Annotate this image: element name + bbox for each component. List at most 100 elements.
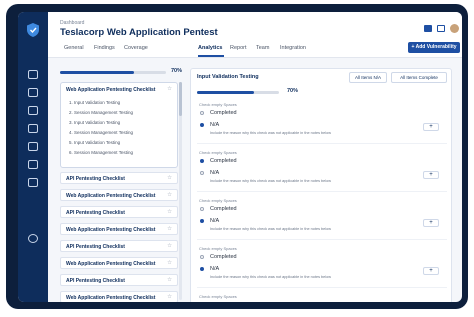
open-checklist-title[interactable]: Web Application Pentesting Checklist: [66, 87, 155, 93]
add-note-button[interactable]: +: [423, 171, 439, 179]
na-note: Include the reason why this check was no…: [210, 179, 331, 183]
star-icon[interactable]: ☆: [167, 226, 172, 232]
checklist-title: Web Application Pentesting Checklist: [66, 295, 156, 301]
na-note: Include the reason why this check was no…: [210, 227, 331, 231]
checklist-subitem[interactable]: 6. Session Management Testing: [69, 150, 133, 155]
completed-radio[interactable]: [200, 207, 204, 211]
star-icon[interactable]: ☆: [167, 294, 172, 300]
page-header: Dashboard Teslacorp Web Application Pent…: [48, 12, 462, 58]
star-icon[interactable]: ☆: [167, 209, 172, 215]
checklist-title: Web Application Pentesting Checklist: [66, 193, 156, 199]
checklist-title: API Pentesting Checklist: [66, 176, 125, 182]
app-window: Dashboard Teslacorp Web Application Pent…: [18, 12, 462, 302]
check-group: Check empty Spaces Completed N/A Include…: [197, 196, 447, 240]
completed-label: Completed: [210, 110, 237, 116]
avatar[interactable]: [450, 24, 459, 33]
checklist-title: Web Application Pentesting Checklist: [66, 261, 156, 267]
section-progress-bar: [197, 91, 279, 94]
check-label: Check empty Spaces: [199, 150, 237, 155]
scroll-thumb[interactable]: [179, 82, 182, 116]
reports-icon[interactable]: [28, 124, 38, 133]
checklist-item[interactable]: API Pentesting Checklist ☆: [60, 240, 178, 252]
star-icon[interactable]: ☆: [167, 260, 172, 266]
checklist-title: API Pentesting Checklist: [66, 210, 125, 216]
checklist-item[interactable]: Web Application Pentesting Checklist ☆: [60, 257, 178, 269]
add-vulnerability-button[interactable]: + Add Vulnerability: [408, 42, 460, 53]
page-title: Teslacorp Web Application Pentest: [60, 27, 218, 38]
active-tab-indicator: [198, 55, 224, 57]
tab-report[interactable]: Report: [230, 45, 247, 51]
check-group: Check empty Spaces Completed N/A Include…: [197, 100, 447, 144]
tasks-icon[interactable]: [28, 142, 38, 151]
check-group: Check empty Spaces: [197, 292, 447, 302]
na-radio[interactable]: [200, 219, 204, 223]
assets-icon[interactable]: [28, 160, 38, 169]
tab-analytics[interactable]: Analytics: [198, 45, 222, 51]
checklist-subitem[interactable]: 2. Session Management Testing: [69, 110, 133, 115]
tab-general[interactable]: General: [64, 45, 84, 51]
checklist-subitem[interactable]: 4. Session Management Testing: [69, 130, 133, 135]
checklist-progress-bar: [60, 71, 166, 74]
check-label: Check empty Spaces: [199, 102, 237, 107]
test-detail-panel: Input Validation Testing All Items N/A A…: [190, 68, 452, 302]
na-radio[interactable]: [200, 171, 204, 175]
checklist-scrollbar[interactable]: [179, 82, 182, 300]
section-title: Input Validation Testing: [197, 74, 259, 80]
na-label: N/A: [210, 122, 220, 128]
check-group: Check empty Spaces Completed N/A Include…: [197, 148, 447, 192]
na-note: Include the reason why this check was no…: [210, 131, 331, 135]
star-icon[interactable]: ☆: [167, 243, 172, 249]
chat-icon[interactable]: [424, 25, 432, 32]
checklist-item[interactable]: Web Application Pentesting Checklist ☆: [60, 291, 178, 302]
checklist-subitem[interactable]: 1. Input Validation Testing: [69, 100, 120, 105]
settings-icon[interactable]: [28, 234, 38, 243]
open-checklist-card[interactable]: Web Application Pentesting Checklist ☆ 1…: [60, 82, 178, 168]
completed-label: Completed: [210, 206, 237, 212]
checklist-subitem[interactable]: 5. Input Validation Testing: [69, 140, 120, 145]
tab-team[interactable]: Team: [256, 45, 269, 51]
projects-icon[interactable]: [28, 88, 38, 97]
database-icon[interactable]: [28, 178, 38, 187]
completed-radio[interactable]: [200, 111, 204, 115]
na-label: N/A: [210, 266, 220, 272]
checklist-title: API Pentesting Checklist: [66, 278, 125, 284]
add-note-button[interactable]: +: [423, 123, 439, 131]
na-radio[interactable]: [200, 267, 204, 271]
breadcrumb[interactable]: Dashboard: [60, 20, 84, 26]
add-note-button[interactable]: +: [423, 219, 439, 227]
progress-fill: [60, 71, 135, 74]
na-label: N/A: [210, 218, 220, 224]
checklist-subitem[interactable]: 3. Input Validation Testing: [69, 120, 120, 125]
star-icon[interactable]: ☆: [167, 192, 172, 198]
check-label: Check empty Spaces: [199, 246, 237, 251]
completed-radio[interactable]: [200, 255, 204, 259]
calendar-icon[interactable]: [28, 106, 38, 115]
na-radio[interactable]: [200, 123, 204, 127]
tab-coverage[interactable]: Coverage: [124, 45, 148, 51]
checklist-item[interactable]: Web Application Pentesting Checklist ☆: [60, 189, 178, 201]
checklist-item[interactable]: API Pentesting Checklist ☆: [60, 206, 178, 218]
star-icon[interactable]: ☆: [167, 175, 172, 181]
checklist-item[interactable]: API Pentesting Checklist ☆: [60, 172, 178, 184]
completed-radio[interactable]: [200, 159, 204, 163]
check-group: Check empty Spaces Completed N/A Include…: [197, 244, 447, 288]
shield-logo-icon[interactable]: [25, 22, 41, 38]
tab-integration[interactable]: Integration: [280, 45, 306, 51]
notifications-icon[interactable]: [437, 25, 445, 32]
dashboard-icon[interactable]: [28, 70, 38, 79]
all-items-complete-button[interactable]: All Items Complete: [391, 72, 447, 83]
add-note-button[interactable]: +: [423, 267, 439, 275]
na-note: Include the reason why this check was no…: [210, 275, 331, 279]
checklist-title: API Pentesting Checklist: [66, 244, 125, 250]
star-icon[interactable]: ☆: [167, 86, 172, 92]
checklist-item[interactable]: API Pentesting Checklist ☆: [60, 274, 178, 286]
checklist-item[interactable]: Web Application Pentesting Checklist ☆: [60, 223, 178, 235]
star-icon[interactable]: ☆: [167, 277, 172, 283]
all-items-na-button[interactable]: All Items N/A: [349, 72, 387, 83]
tab-findings[interactable]: Findings: [94, 45, 115, 51]
checklist-title: Web Application Pentesting Checklist: [66, 227, 156, 233]
progress-fill: [197, 91, 255, 94]
checklist-progress-value: 70%: [171, 68, 183, 74]
completed-label: Completed: [210, 254, 237, 260]
completed-label: Completed: [210, 158, 237, 164]
